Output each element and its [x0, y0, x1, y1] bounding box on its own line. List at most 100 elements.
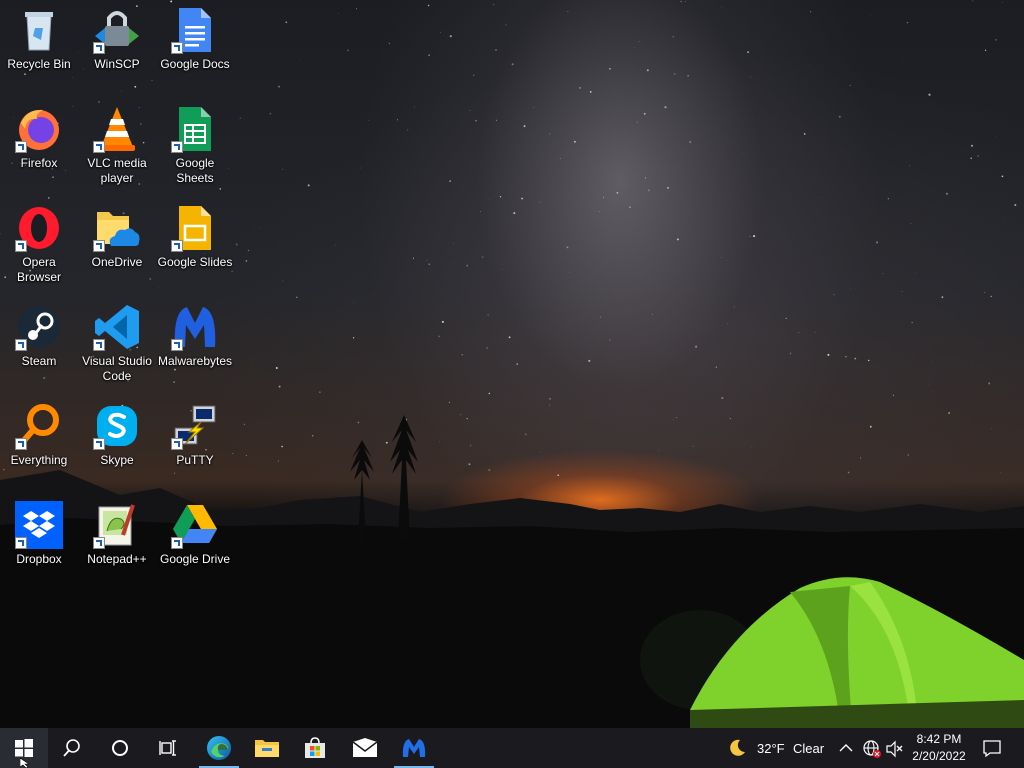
desktop-icon-firefox[interactable]: Firefox — [0, 99, 78, 171]
taskbar-edge[interactable] — [195, 728, 243, 768]
shortcut-arrow-icon — [93, 537, 105, 549]
desktop-icon-google-docs[interactable]: Google Docs — [156, 0, 234, 72]
desktop-icon-malwarebytes[interactable]: Malwarebytes — [156, 297, 234, 369]
desktop-icon-label: Steam — [21, 354, 57, 368]
desktop-icon-label: Skype — [100, 453, 134, 467]
desktop-icon-winscp[interactable]: WinSCP — [78, 0, 156, 72]
shortcut-arrow-icon — [171, 240, 183, 252]
shortcut-arrow-icon — [171, 42, 183, 54]
google-docs-icon — [171, 6, 219, 54]
mail-icon — [352, 738, 378, 757]
moon-icon[interactable] — [727, 738, 747, 758]
malwarebytes-icon — [402, 739, 426, 757]
recycle-bin-icon — [15, 6, 63, 54]
clock-time: 8:42 PM — [916, 732, 962, 746]
desktop-icon-notepadpp[interactable]: Notepad++ — [78, 495, 156, 567]
chevron-up-icon[interactable] — [838, 741, 854, 755]
taskbar: 32°F Clear 8:42 PM 2/20/2022 — [0, 728, 1024, 768]
clock[interactable]: 8:42 PM 2/20/2022 — [906, 731, 972, 765]
taskbar-mail[interactable] — [341, 728, 389, 768]
steam-icon — [15, 303, 63, 351]
weather-condition[interactable]: Clear — [793, 741, 824, 756]
desktop-icon-label: Google Slides — [157, 255, 233, 269]
taskbar-file-explorer[interactable] — [243, 728, 291, 768]
mouse-cursor — [20, 758, 30, 768]
desktop-icon-steam[interactable]: Steam — [0, 297, 78, 369]
desktop-icon-label: PuTTY — [176, 453, 214, 467]
everything-icon — [15, 402, 63, 450]
desktop-icon-google-drive[interactable]: Google Drive — [156, 495, 234, 567]
desktop-icon-label: Everything — [10, 453, 68, 467]
shortcut-arrow-icon — [93, 438, 105, 450]
shortcut-arrow-icon — [93, 240, 105, 252]
clock-date: 2/20/2022 — [912, 749, 966, 763]
desktop-icon-label: VLC media player — [87, 156, 147, 185]
task-view-button[interactable] — [144, 728, 192, 768]
desktop-icon-everything[interactable]: Everything — [0, 396, 78, 468]
desktop-icon-google-slides[interactable]: Google Slides — [156, 198, 234, 270]
shortcut-arrow-icon — [171, 141, 183, 153]
vlc-icon — [93, 105, 141, 153]
vscode-icon — [93, 303, 141, 351]
shortcut-arrow-icon — [93, 141, 105, 153]
google-sheets-icon — [171, 105, 219, 153]
desktop-icon-label: Firefox — [20, 156, 58, 170]
putty-icon — [171, 402, 219, 450]
desktop-icon-label: Opera Browser — [16, 255, 61, 284]
desktop-icon-onedrive[interactable]: OneDrive — [78, 198, 156, 270]
cortana-button[interactable] — [96, 728, 144, 768]
skype-icon — [93, 402, 141, 450]
desktop-icon-label: Google Drive — [159, 552, 231, 566]
cortana-icon — [112, 740, 128, 756]
edge-icon — [207, 736, 231, 760]
desktop-icon-putty[interactable]: PuTTY — [156, 396, 234, 468]
desktop-icon-label: Visual Studio Code — [82, 354, 152, 383]
taskbar-store[interactable] — [291, 728, 339, 768]
shortcut-arrow-icon — [171, 438, 183, 450]
desktop-icon-label: Recycle Bin — [7, 57, 71, 71]
desktop-icon-label: Notepad++ — [87, 552, 147, 566]
taskbar-malwarebytes[interactable] — [390, 728, 438, 768]
shortcut-arrow-icon — [93, 42, 105, 54]
volume-muted-icon[interactable] — [885, 739, 905, 759]
desktop-icon-recycle-bin[interactable]: Recycle Bin — [0, 0, 78, 72]
shortcut-arrow-icon — [171, 339, 183, 351]
file-explorer-icon — [255, 740, 279, 757]
shortcut-arrow-icon — [15, 537, 27, 549]
shortcut-arrow-icon — [15, 438, 27, 450]
desktop-icon-dropbox[interactable]: Dropbox — [0, 495, 78, 567]
network-icon[interactable] — [862, 739, 882, 759]
desktop-icon-label: OneDrive — [91, 255, 143, 269]
shortcut-arrow-icon — [15, 141, 27, 153]
notepadpp-icon — [93, 501, 141, 549]
desktop-icon-google-sheets[interactable]: Google Sheets — [156, 99, 234, 186]
desktop-icon-label: Google Docs — [160, 57, 230, 71]
malwarebytes-icon — [171, 303, 219, 351]
weather-temp[interactable]: 32°F — [757, 741, 785, 756]
start-icon — [15, 739, 33, 757]
desktop[interactable]: Recycle Bin WinSCP Google Docs Firefox VLC m… — [0, 0, 1024, 728]
google-drive-icon — [171, 501, 219, 549]
desktop-icon-label: Dropbox — [16, 552, 62, 566]
shortcut-arrow-icon — [15, 339, 27, 351]
desktop-icon-label: WinSCP — [94, 57, 140, 71]
firefox-icon — [15, 105, 63, 153]
winscp-icon — [93, 6, 141, 54]
desktop-icon-vscode[interactable]: Visual Studio Code — [78, 297, 156, 384]
task-view-icon — [159, 740, 176, 756]
search-button[interactable] — [48, 728, 96, 768]
onedrive-icon — [93, 204, 141, 252]
notification-icon[interactable] — [982, 738, 1002, 758]
desktop-icon-label: Google Sheets — [175, 156, 215, 185]
opera-icon — [15, 204, 63, 252]
desktop-icon-skype[interactable]: Skype — [78, 396, 156, 468]
store-icon — [305, 737, 325, 758]
desktop-icon-opera[interactable]: Opera Browser — [0, 198, 78, 285]
desktop-icon-vlc[interactable]: VLC media player — [78, 99, 156, 186]
search-icon — [63, 739, 80, 757]
shortcut-arrow-icon — [93, 339, 105, 351]
shortcut-arrow-icon — [15, 240, 27, 252]
shortcut-arrow-icon — [171, 537, 183, 549]
dropbox-icon — [15, 501, 63, 549]
desktop-icon-label: Malwarebytes — [157, 354, 233, 368]
